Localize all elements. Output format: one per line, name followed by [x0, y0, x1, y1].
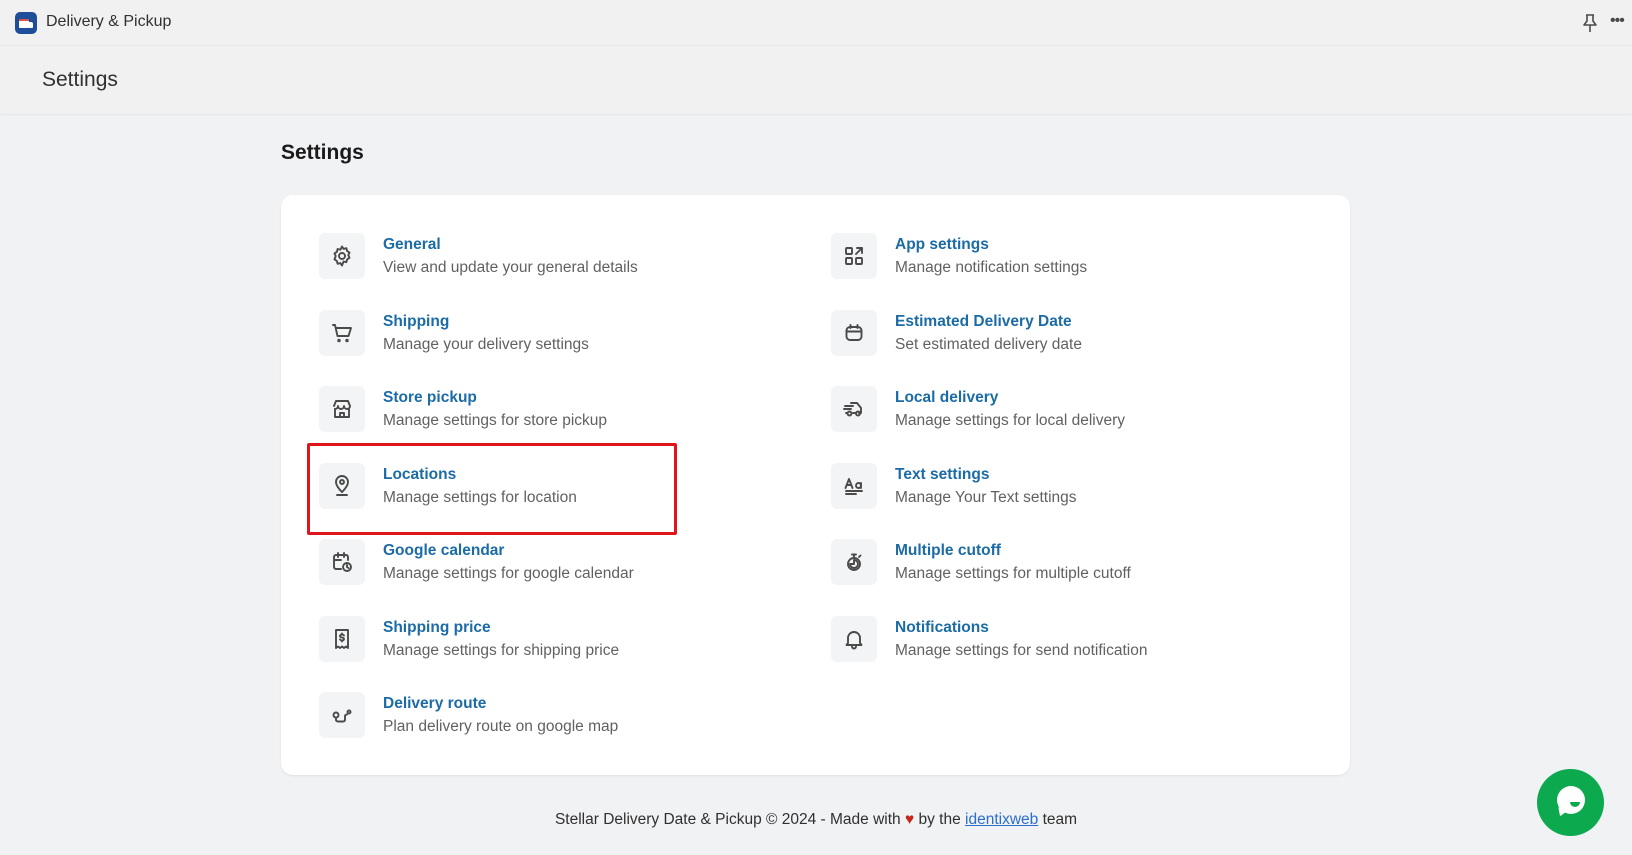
delivery-truck-icon: [843, 402, 862, 417]
bell-icon: [845, 631, 863, 650]
location-pin-icon: [335, 475, 349, 496]
setting-description: Manage settings for multiple cutoff: [895, 565, 1131, 582]
footer: Stellar Delivery Date & Pickup © 2024 - …: [0, 811, 1632, 829]
setting-shipping-price[interactable]: Shipping price Manage settings for shipp…: [319, 616, 779, 664]
setting-title[interactable]: Store pickup: [383, 389, 477, 407]
calendar-clock-icon: [333, 552, 352, 572]
receipt-dollar-icon: [335, 629, 349, 649]
setting-title[interactable]: Google calendar: [383, 542, 504, 560]
setting-description: Manage settings for shipping price: [383, 642, 620, 659]
more-horizontal-icon: •••: [1610, 12, 1625, 29]
setting-title[interactable]: App settings: [895, 236, 989, 254]
setting-description: View and update your general details: [383, 259, 638, 276]
setting-app-settings[interactable]: App settings Manage notification setting…: [831, 233, 1291, 281]
app-title: Delivery & Pickup: [46, 13, 172, 30]
setting-google-calendar[interactable]: Google calendar Manage settings for goog…: [319, 539, 779, 587]
heart-icon: ♥: [904, 811, 915, 828]
setting-store-pickup[interactable]: Store pickup Manage settings for store p…: [319, 386, 779, 434]
setting-text-settings[interactable]: Text settings Manage Your Text settings: [831, 463, 1291, 511]
setting-title[interactable]: Estimated Delivery Date: [895, 313, 1072, 331]
setting-description: Manage settings for send notification: [895, 642, 1148, 659]
app-topbar: Delivery & Pickup •••: [0, 0, 1632, 46]
setting-notifications[interactable]: Notifications Manage settings for send n…: [831, 616, 1291, 664]
identixweb-link[interactable]: identixweb: [965, 811, 1038, 828]
setting-description: Manage settings for store pickup: [383, 412, 608, 429]
setting-title[interactable]: Delivery route: [383, 695, 486, 713]
route-icon: [332, 709, 352, 723]
text-format-icon: [844, 478, 863, 495]
chat-button[interactable]: [1537, 769, 1604, 836]
setting-title[interactable]: General: [383, 236, 441, 254]
page-header: Settings: [0, 46, 1632, 114]
pin-icon: [1583, 14, 1597, 32]
setting-description: Manage Your Text settings: [895, 489, 1077, 506]
setting-locations[interactable]: Locations Manage settings for location: [319, 463, 779, 511]
footer-text: Stellar Delivery Date & Pickup © 2024 - …: [554, 811, 901, 828]
setting-title[interactable]: Shipping price: [383, 619, 491, 637]
setting-shipping[interactable]: Shipping Manage your delivery settings: [319, 310, 779, 358]
setting-description: Manage settings for local delivery: [895, 412, 1126, 429]
setting-description: Plan delivery route on google map: [383, 718, 619, 735]
setting-description: Set estimated delivery date: [895, 336, 1082, 353]
cart-icon: [332, 324, 352, 343]
setting-delivery-route[interactable]: Delivery route Plan delivery route on go…: [319, 692, 779, 740]
setting-general[interactable]: General View and update your general det…: [319, 233, 779, 281]
setting-estimated-delivery-date[interactable]: Estimated Delivery Date Set estimated de…: [831, 310, 1291, 358]
setting-multiple-cutoff[interactable]: Multiple cutoff Manage settings for mult…: [831, 539, 1291, 587]
store-icon: [333, 400, 351, 418]
setting-title[interactable]: Local delivery: [895, 389, 998, 407]
page-header-title: Settings: [42, 68, 118, 91]
setting-title[interactable]: Locations: [383, 466, 456, 484]
settings-card: General View and update your general det…: [281, 195, 1350, 775]
setting-description: Manage settings for google calendar: [383, 565, 634, 582]
pin-button[interactable]: [1580, 12, 1600, 34]
stopwatch-icon: [847, 553, 862, 571]
setting-title[interactable]: Shipping: [383, 313, 449, 331]
calendar-icon: [845, 324, 863, 341]
setting-description: Manage settings for location: [383, 489, 577, 506]
setting-title[interactable]: Multiple cutoff: [895, 542, 1001, 560]
section-title: Settings: [281, 141, 364, 164]
footer-text-suffix: team: [1042, 811, 1078, 828]
more-options-button[interactable]: •••: [1610, 12, 1632, 34]
delivery-truck-icon: [15, 12, 37, 34]
setting-local-delivery[interactable]: Local delivery Manage settings for local…: [831, 386, 1291, 434]
setting-description: Manage your delivery settings: [383, 336, 589, 353]
setting-description: Manage notification settings: [895, 259, 1088, 276]
footer-text-middle: by the: [918, 811, 961, 828]
apps-icon: [845, 247, 863, 265]
gear-icon: [333, 245, 351, 267]
setting-title[interactable]: Text settings: [895, 466, 989, 484]
setting-title[interactable]: Notifications: [895, 619, 989, 637]
